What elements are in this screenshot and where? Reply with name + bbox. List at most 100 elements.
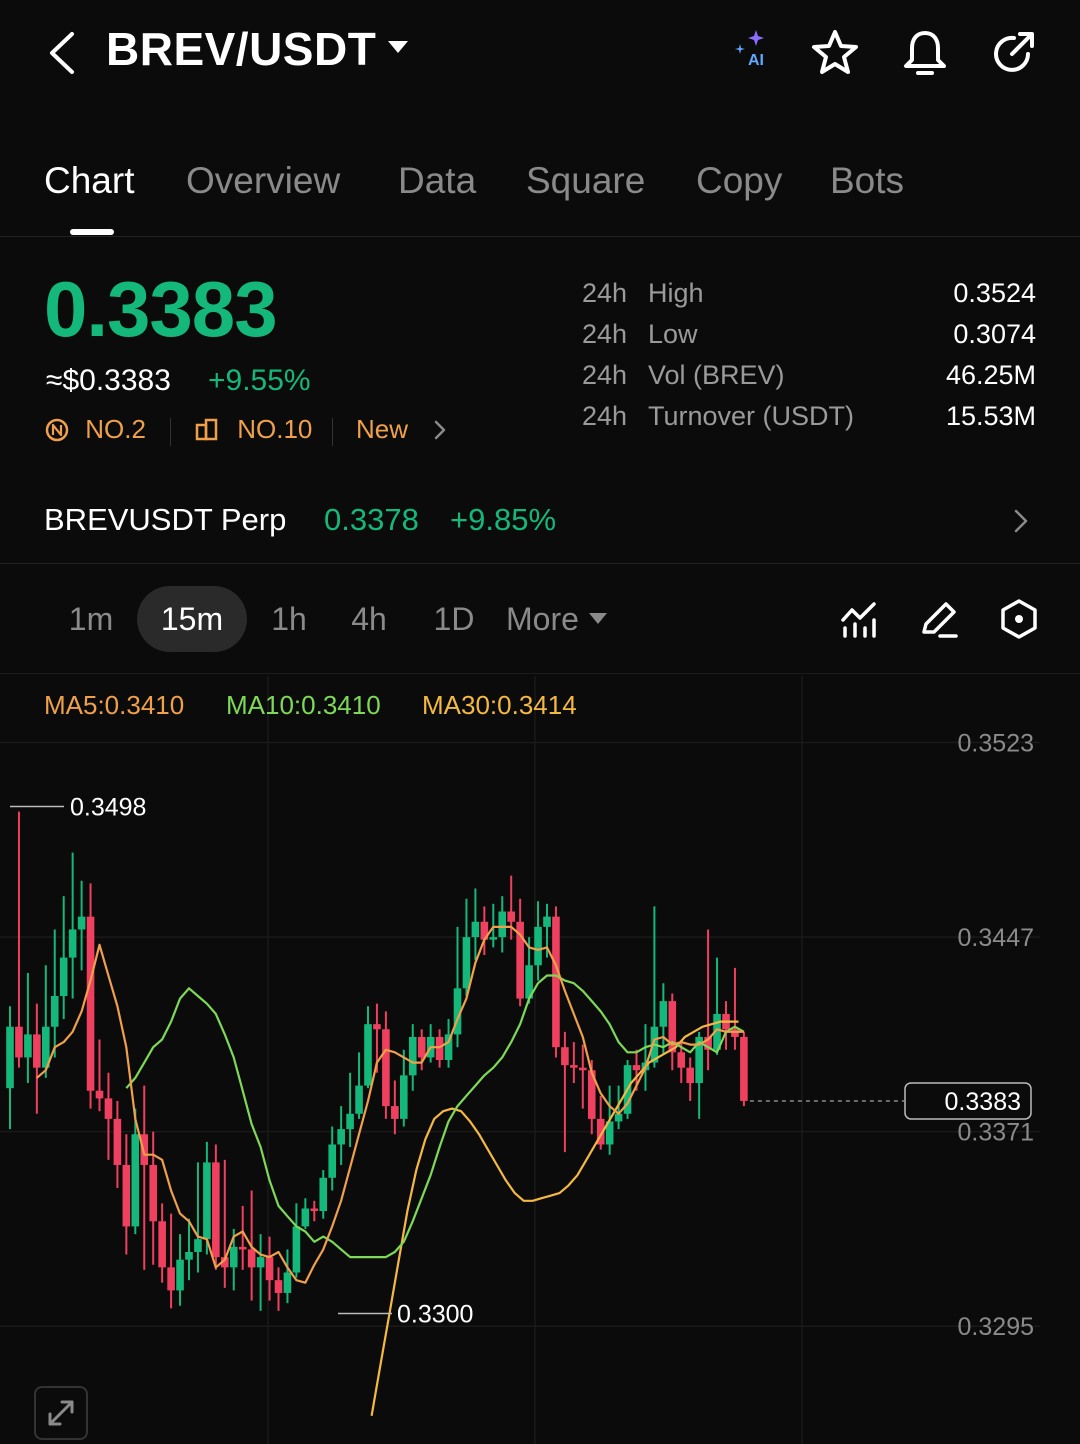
interval-1h[interactable]: 1h — [258, 586, 320, 652]
ma30-line — [370, 1020, 739, 1416]
candle-body — [265, 1257, 274, 1281]
bell-icon[interactable] — [900, 28, 950, 78]
current-price-label: 0.3383 — [945, 1088, 1021, 1116]
expand-chart-button[interactable] — [34, 1386, 88, 1440]
perp-name: BREVUSDT Perp — [44, 502, 287, 537]
candle-body — [489, 937, 498, 940]
perp-price: 0.3378 — [324, 502, 419, 537]
candlestick-chart[interactable]: 0.3523 0.3447 0.3371 0.3295 0.3498 0.3300 0.33… — [0, 676, 1080, 1444]
indicators-icon[interactable] — [838, 598, 880, 640]
rank-1-label: NO.2 — [85, 414, 146, 444]
tab-data[interactable]: Data — [398, 160, 476, 202]
rank-token-icon — [45, 418, 69, 442]
candle-body — [274, 1280, 283, 1293]
candle-body — [185, 1252, 193, 1260]
back-icon[interactable] — [44, 30, 84, 76]
candle-body — [59, 957, 68, 996]
candle-body — [15, 1026, 23, 1058]
caret-down-icon — [588, 613, 607, 625]
interval-15m[interactable]: 15m — [137, 586, 247, 652]
candle-body — [659, 1001, 668, 1027]
candle-body — [543, 916, 551, 927]
interval-1m[interactable]: 1m — [56, 586, 126, 652]
candle-body — [507, 911, 515, 922]
candle-body — [686, 1067, 694, 1084]
candle-body — [579, 1067, 587, 1071]
rank-badge-2[interactable]: NO.10 — [194, 414, 312, 445]
tab-overview[interactable]: Overview — [186, 160, 340, 202]
tab-square[interactable]: Square — [526, 160, 645, 202]
stat-turnover: 24h Turnover (USDT) 15.53M — [582, 401, 1036, 442]
low-marker-label: 0.3300 — [397, 1300, 473, 1328]
draw-pen-icon[interactable] — [918, 598, 960, 640]
candle-body — [319, 1177, 328, 1212]
candle-body — [104, 1098, 113, 1119]
candle-body — [364, 1024, 372, 1086]
candle-body — [301, 1208, 310, 1227]
candle-body — [86, 916, 95, 1091]
new-listing-link[interactable]: New — [356, 414, 447, 445]
candle-body — [24, 1034, 32, 1058]
new-label: New — [356, 414, 409, 444]
tab-copy[interactable]: Copy — [696, 160, 782, 202]
tab-bots[interactable]: Bots — [830, 160, 904, 202]
candle-body — [310, 1208, 319, 1212]
ma5-label: MA5:0.3410 — [44, 690, 185, 720]
header: BREV/USDT AI — [0, 0, 1080, 110]
candle-body — [408, 1036, 417, 1076]
chevron-right-icon — [1014, 509, 1028, 533]
tab-chart[interactable]: Chart — [44, 160, 134, 202]
stat-period: 24h — [582, 360, 628, 390]
candle-body — [391, 1106, 399, 1119]
interval-1d[interactable]: 1D — [420, 586, 488, 652]
share-icon[interactable] — [988, 28, 1038, 78]
candle-body — [131, 1134, 140, 1227]
star-icon[interactable] — [810, 28, 860, 78]
caret-down-icon — [388, 40, 409, 53]
candle-body — [95, 1090, 104, 1099]
y-axis-tick-label: 0.3295 — [958, 1313, 1034, 1341]
candle-body — [462, 937, 471, 989]
stat-label: Vol (BREV) — [648, 360, 785, 390]
price-chart[interactable]: 0.3523 0.3447 0.3371 0.3295 0.3498 0.3300 0.33… — [0, 676, 1080, 1444]
candle-body — [382, 1029, 390, 1107]
y-axis-tick-label: 0.3523 — [958, 730, 1034, 758]
candle-body — [256, 1257, 265, 1268]
candle-body — [292, 1226, 301, 1273]
candle-body — [534, 926, 542, 966]
stat-label: Low — [648, 319, 698, 349]
perp-row[interactable]: BREVUSDT Perp 0.3378 +9.85% — [0, 480, 1080, 564]
candle-body — [212, 1162, 220, 1258]
ai-icon[interactable]: AI — [730, 28, 780, 78]
candle-body — [33, 1034, 41, 1068]
stat-low: 24h Low 0.3074 — [582, 319, 1036, 360]
price-change: +9.55% — [208, 364, 311, 397]
stat-period: 24h — [582, 401, 628, 431]
y-axis-tick-label: 0.3447 — [958, 924, 1034, 952]
candle-body — [498, 911, 507, 938]
last-price: 0.3383 — [44, 265, 278, 353]
expand-icon — [48, 1400, 74, 1426]
interval-4h[interactable]: 4h — [338, 586, 400, 652]
ma30-label: MA30:0.3414 — [422, 690, 577, 720]
candle-body — [614, 1113, 623, 1122]
candle-body — [435, 1036, 444, 1060]
ma5-line — [36, 925, 744, 1284]
rank-badge-1[interactable]: NO.2 — [44, 414, 146, 445]
stat-value: 15.53M — [945, 401, 1036, 431]
candle-body — [149, 1164, 157, 1222]
candle-body — [471, 921, 480, 938]
candle-body — [122, 1164, 131, 1227]
candle-body — [740, 1036, 748, 1101]
rank-sector-icon — [195, 418, 218, 441]
candle-body — [113, 1118, 122, 1165]
high-marker-label: 0.3498 — [70, 794, 146, 822]
stat-value: 46.25M — [945, 360, 1036, 390]
candle-body — [283, 1272, 292, 1293]
candle-body — [140, 1134, 149, 1165]
candle-body — [552, 916, 560, 1048]
settings-hexagon-icon[interactable] — [998, 598, 1040, 640]
stat-volume: 24h Vol (BREV) 46.25M — [582, 360, 1036, 401]
interval-more[interactable]: More — [506, 586, 646, 652]
pair-selector[interactable]: BREV/USDT — [106, 22, 409, 76]
